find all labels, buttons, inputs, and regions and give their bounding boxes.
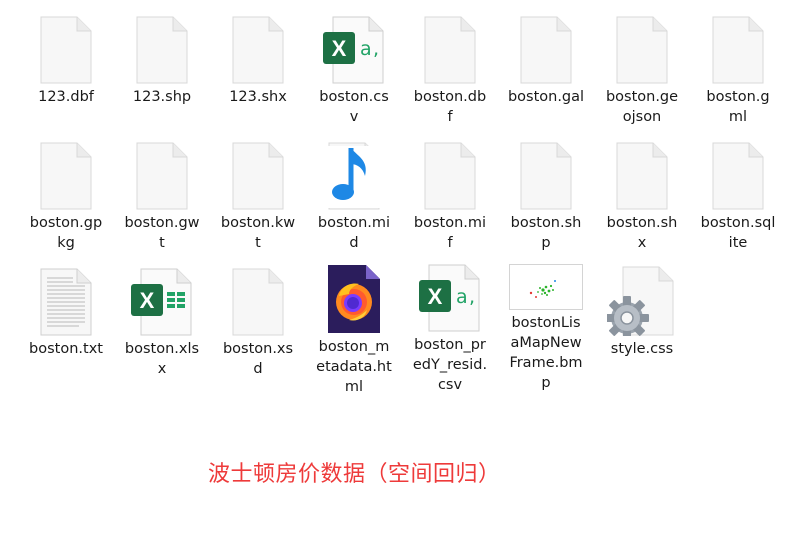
file-name-label: boston.sql ite: [700, 215, 776, 251]
file-name-label: boston.g ml: [706, 89, 770, 125]
file-name-label: boston_m etadata.ht ml: [316, 339, 392, 395]
blank-file-icon: [690, 138, 786, 210]
svg-text:a: a: [456, 286, 468, 308]
blank-file-icon: [210, 12, 306, 84]
file-name-label: boston.gw t: [124, 215, 200, 251]
file-name-label: boston.xls x: [124, 341, 200, 377]
file-item[interactable]: boston.sql ite: [690, 138, 786, 264]
file-name-label: boston.sh x: [606, 215, 678, 251]
file-item[interactable]: boston.sh x: [594, 138, 690, 264]
file-name-label: boston.sh p: [510, 215, 582, 251]
gear-file-icon: [594, 264, 690, 336]
file-name-label: bostonLis aMapNew Frame.bm p: [509, 315, 583, 391]
file-item[interactable]: boston.xs d: [210, 264, 306, 390]
file-name-label: style.css: [610, 341, 674, 357]
bmp-thumbnail-icon: [498, 264, 594, 310]
file-name-label: boston_pr edY_resid. csv: [412, 337, 488, 393]
blank-file-icon: [402, 138, 498, 210]
file-item[interactable]: boston.mi f: [402, 138, 498, 264]
file-item[interactable]: boston.kw t: [210, 138, 306, 264]
blank-file-icon: [114, 12, 210, 84]
file-item[interactable]: X a , boston_pr edY_resid. csv: [402, 264, 498, 393]
file-name-label: boston.ge ojson: [605, 89, 679, 125]
blank-file-icon: [210, 264, 306, 336]
excel-csv-icon: X a ,: [402, 264, 498, 332]
svg-text:X: X: [332, 36, 347, 61]
file-item[interactable]: boston.mi d: [306, 138, 402, 264]
file-item[interactable]: bostonLis aMapNew Frame.bm p: [498, 264, 594, 391]
file-name-label: boston.gp kg: [29, 215, 103, 251]
svg-text:,: ,: [469, 286, 475, 308]
file-name-label: boston.mi d: [317, 215, 391, 251]
svg-text:X: X: [140, 288, 155, 313]
file-item[interactable]: boston.db f: [402, 12, 498, 138]
svg-text:,: ,: [373, 38, 379, 60]
firefox-html-icon: [306, 264, 402, 334]
music-note-icon: [306, 138, 402, 210]
blank-file-icon: [114, 138, 210, 210]
file-grid: 123.dbf 123.shp 123.shx X a , boston.cs v…: [18, 12, 790, 395]
file-item[interactable]: boston.gw t: [114, 138, 210, 264]
caption-text: 波士顿房价数据（空间回归）: [208, 462, 501, 487]
file-name-label: boston.mi f: [413, 215, 487, 251]
file-item[interactable]: boston.txt: [18, 264, 114, 390]
file-item[interactable]: 123.shp: [114, 12, 210, 138]
file-name-label: boston.kw t: [220, 215, 296, 251]
file-name-label: 123.shp: [132, 89, 192, 105]
blank-file-icon: [498, 12, 594, 84]
file-item[interactable]: boston_m etadata.ht ml: [306, 264, 402, 395]
file-item[interactable]: 123.dbf: [18, 12, 114, 138]
svg-text:X: X: [428, 284, 443, 309]
blank-file-icon: [210, 138, 306, 210]
file-name-label: boston.cs v: [319, 89, 389, 125]
blank-file-icon: [690, 12, 786, 84]
blank-file-icon: [18, 12, 114, 84]
file-name-label: boston.txt: [29, 341, 103, 357]
excel-csv-icon: X a ,: [306, 12, 402, 84]
blank-file-icon: [18, 138, 114, 210]
file-item[interactable]: boston.gp kg: [18, 138, 114, 264]
file-name-label: boston.gal: [507, 89, 585, 105]
file-item[interactable]: boston.g ml: [690, 12, 786, 138]
file-item[interactable]: X boston.xls x: [114, 264, 210, 390]
excel-xlsx-icon: X: [114, 264, 210, 336]
file-name-label: boston.xs d: [222, 341, 294, 377]
blank-file-icon: [498, 138, 594, 210]
file-item[interactable]: 123.shx: [210, 12, 306, 138]
file-item[interactable]: style.css: [594, 264, 690, 390]
file-item[interactable]: X a , boston.cs v: [306, 12, 402, 138]
file-name-label: 123.dbf: [38, 89, 94, 105]
blank-file-icon: [594, 12, 690, 84]
svg-text:a: a: [360, 38, 372, 60]
file-item[interactable]: boston.sh p: [498, 138, 594, 264]
file-name-label: 123.shx: [229, 89, 287, 105]
text-file-icon: [18, 264, 114, 336]
file-item[interactable]: boston.gal: [498, 12, 594, 138]
file-item[interactable]: boston.ge ojson: [594, 12, 690, 138]
file-name-label: boston.db f: [413, 89, 487, 125]
blank-file-icon: [402, 12, 498, 84]
blank-file-icon: [594, 138, 690, 210]
